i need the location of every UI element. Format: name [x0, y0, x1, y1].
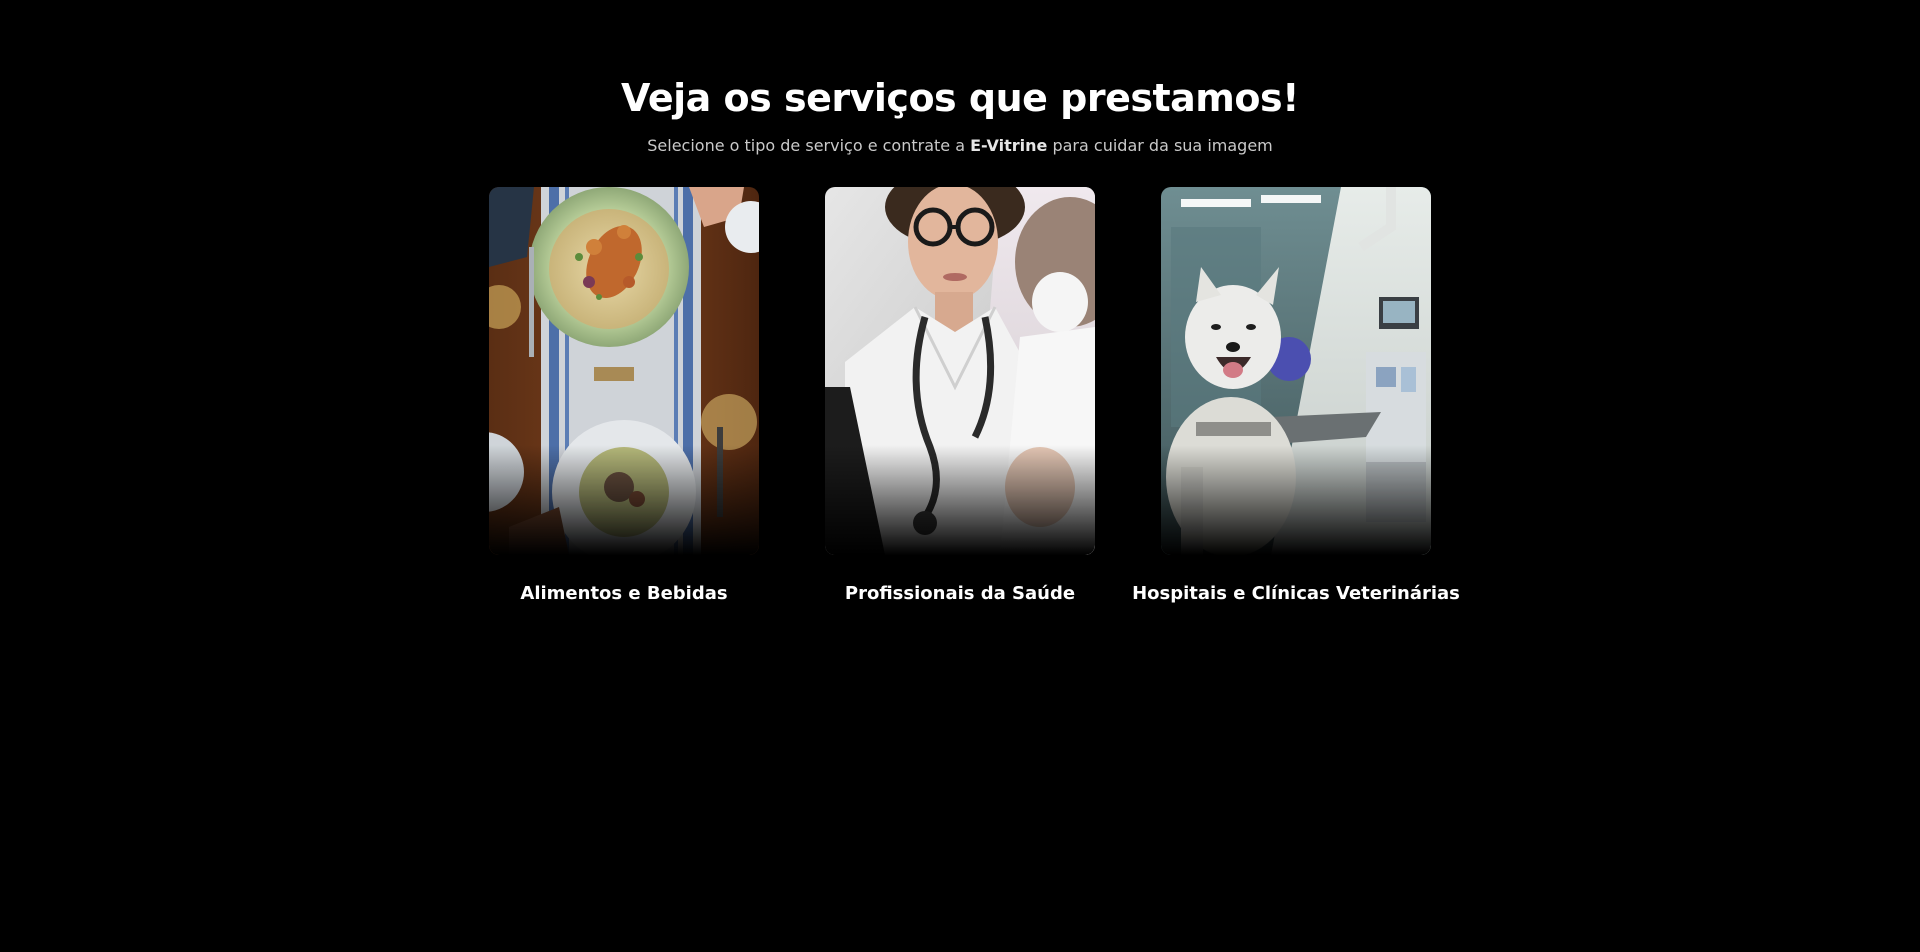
brand-name: E-Vitrine — [970, 136, 1048, 155]
subtitle-text-after: para cuidar da sua imagem — [1052, 136, 1273, 155]
page-subtitle: Selecione o tipo de serviço e contrate a… — [0, 134, 1920, 158]
page-title: Veja os serviços que prestamos! — [621, 76, 1299, 120]
restaurant-table-photo[interactable] — [489, 187, 759, 555]
service-card-label[interactable]: Hospitais e Clínicas Veterinárias — [1096, 582, 1496, 606]
service-card-vet[interactable]: Hospitais e Clínicas Veterinárias — [1096, 187, 1460, 617]
service-card-health[interactable]: Profissionais da Saúde — [760, 187, 1096, 617]
service-cards: Alimentos e Bebidas Profissionais da Saú… — [0, 187, 1920, 627]
service-card-food[interactable]: Alimentos e Bebidas — [424, 187, 760, 617]
dog-and-clinic-photo[interactable] — [1161, 187, 1431, 555]
doctor-and-dentist-photo[interactable] — [825, 187, 1095, 555]
subtitle-text-before: Selecione o tipo de serviço e contrate a — [647, 136, 966, 155]
services-section: Veja os serviços que prestamos! Selecion… — [0, 0, 1920, 952]
